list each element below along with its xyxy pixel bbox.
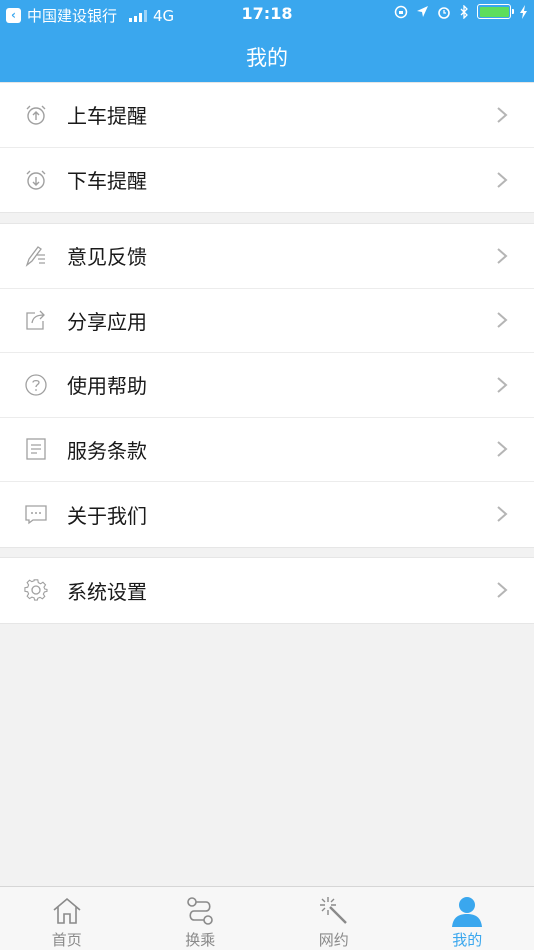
- menu-item-label: 使用帮助: [67, 374, 147, 399]
- chevron-right-icon: [497, 582, 508, 599]
- status-bar: ‹ 中国建设银行 4G 17:18: [0, 0, 534, 28]
- bottom-tab-bar: 首页 换乘 网约 我的: [0, 886, 534, 950]
- chevron-right-icon: [497, 376, 508, 393]
- user-icon: [452, 897, 483, 927]
- tab-mine[interactable]: 我的: [401, 887, 534, 950]
- menu-item-label: 系统设置: [67, 579, 147, 604]
- menu-item-label: 分享应用: [67, 309, 147, 334]
- alarm-up-icon: [26, 105, 46, 125]
- magic-wand-icon: [319, 897, 347, 924]
- alarm-icon: [438, 6, 450, 19]
- tab-transfer[interactable]: 换乘: [134, 887, 268, 950]
- settings-group: 系统设置: [0, 557, 534, 624]
- alarm-down-icon: [26, 170, 46, 190]
- feedback-pen-icon: [25, 245, 45, 267]
- menu-item-label: 上车提醒: [67, 104, 147, 129]
- menu-item-share-app[interactable]: 分享应用: [0, 289, 534, 353]
- transfer-icon: [187, 897, 214, 925]
- menu-item-boarding-reminder[interactable]: 上车提醒: [0, 83, 534, 148]
- bluetooth-icon: [460, 4, 468, 19]
- tab-home[interactable]: 首页: [0, 887, 134, 950]
- terms-document-icon: [26, 438, 46, 460]
- tab-ride-hailing[interactable]: 网约: [267, 887, 401, 950]
- chevron-right-icon: [497, 506, 508, 523]
- menu-item-feedback[interactable]: 意见反馈: [0, 224, 534, 289]
- charging-icon: [520, 4, 527, 19]
- menu-item-terms[interactable]: 服务条款: [0, 418, 534, 482]
- tab-label: 首页: [51, 931, 82, 949]
- chevron-right-icon: [497, 106, 508, 123]
- menu-item-system-settings[interactable]: 系统设置: [0, 558, 534, 623]
- chevron-right-icon: [497, 441, 508, 458]
- share-icon: [26, 310, 45, 330]
- menu-item-label: 意见反馈: [67, 245, 147, 270]
- menu-item-help[interactable]: 使用帮助: [0, 353, 534, 418]
- chevron-right-icon: [497, 171, 508, 188]
- menu-item-label: 下车提醒: [67, 169, 147, 194]
- chevron-right-icon: [497, 312, 508, 329]
- menu-item-about-us[interactable]: 关于我们: [0, 482, 534, 547]
- tab-label: 换乘: [185, 931, 216, 949]
- lock-rotation-icon: [394, 5, 408, 18]
- tab-label: 网约: [318, 931, 349, 949]
- help-icon: [25, 374, 47, 396]
- menu-item-label: 服务条款: [67, 438, 147, 463]
- tab-label: 我的: [452, 931, 483, 949]
- battery-icon: [477, 4, 514, 19]
- menu-item-alighting-reminder[interactable]: 下车提醒: [0, 148, 534, 213]
- top-bar: ‹ 中国建设银行 4G 17:18 我的: [0, 0, 534, 82]
- gear-icon: [24, 579, 48, 601]
- reminder-group: 上车提醒 下车提醒: [0, 82, 534, 213]
- info-group: 意见反馈 分享应用 使用帮助 服务条款 关于我们: [0, 223, 534, 548]
- chevron-right-icon: [497, 247, 508, 264]
- page-title: 我的: [246, 46, 288, 70]
- chat-bubble-icon: [25, 505, 47, 525]
- location-icon: [417, 6, 428, 17]
- menu-item-label: 关于我们: [67, 503, 147, 528]
- home-icon: [53, 897, 81, 924]
